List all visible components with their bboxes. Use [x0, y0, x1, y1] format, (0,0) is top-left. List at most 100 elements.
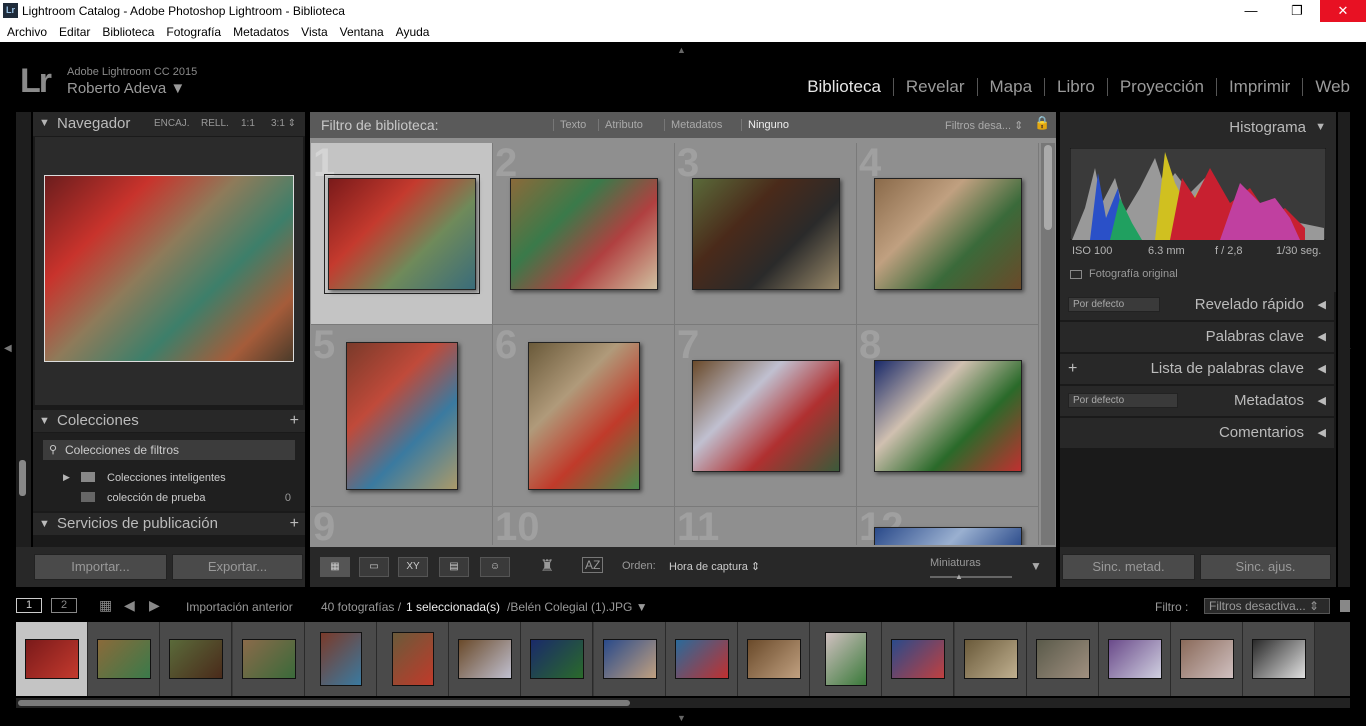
zoom-1-1[interactable]: 1:1 — [241, 118, 255, 129]
filmstrip-cell[interactable] — [304, 622, 377, 696]
filter-tab-text[interactable]: Texto — [553, 119, 586, 131]
menu-ventana[interactable]: Ventana — [340, 25, 384, 39]
module-web[interactable]: Web — [1302, 78, 1350, 96]
left-panel-scrollbar[interactable] — [19, 460, 26, 496]
keyword-list-header[interactable]: + Lista de palabras clave ◀ — [1060, 354, 1334, 384]
menu-fotografia[interactable]: Fotografía — [166, 25, 221, 39]
collapse-triangle-icon[interactable]: ▼ — [1315, 121, 1326, 133]
photo-thumbnail[interactable] — [874, 178, 1022, 290]
filmstrip-thumbnail[interactable] — [1180, 639, 1235, 679]
close-button[interactable]: ✕ — [1320, 0, 1366, 22]
module-biblioteca[interactable]: Biblioteca — [795, 78, 893, 96]
grid-cell[interactable]: 1 — [311, 143, 493, 325]
publish-services-header[interactable]: ▼ Servicios de publicación + — [33, 513, 305, 535]
filmstrip-cell[interactable] — [1099, 622, 1171, 696]
collapse-left-arrow-icon[interactable]: ◀ — [4, 343, 12, 354]
quick-develop-header[interactable]: Por defecto Revelado rápido ◀ — [1060, 290, 1334, 320]
photo-thumbnail[interactable] — [324, 174, 480, 294]
navigator-preview-image[interactable] — [44, 175, 294, 362]
filter-tab-attribute[interactable]: Atributo — [598, 119, 643, 131]
photo-thumbnail[interactable] — [692, 360, 840, 472]
collections-search[interactable]: ⚲ Colecciones de filtros — [43, 440, 295, 460]
filmstrip-thumbnail[interactable] — [169, 639, 224, 679]
comments-header[interactable]: Comentarios ◀ — [1060, 418, 1334, 448]
lock-icon[interactable]: 🔒 — [1034, 115, 1050, 131]
filmstrip-cell[interactable] — [521, 622, 594, 696]
navigator-header[interactable]: ▼ Navegador ENCAJ. RELL. 1:1 3:1 ⇕ — [33, 112, 305, 136]
filmstrip-cell[interactable] — [954, 622, 1027, 696]
filmstrip-cell[interactable] — [88, 622, 161, 696]
module-imprimir[interactable]: Imprimir — [1215, 78, 1302, 96]
filmstrip-thumbnail[interactable] — [530, 639, 585, 679]
collection-item[interactable]: Colecciones inteligentes — [107, 472, 226, 484]
filmstrip-cell[interactable] — [665, 622, 738, 696]
filmstrip-thumbnail[interactable] — [1035, 639, 1090, 679]
selected-file-name[interactable]: /Belén Colegial (1).JPG ▼ — [507, 600, 648, 614]
module-mapa[interactable]: Mapa — [976, 78, 1045, 96]
photo-thumbnail[interactable] — [510, 178, 658, 290]
grid-cell[interactable]: 7 — [675, 323, 857, 507]
filmstrip-cell[interactable] — [882, 622, 955, 696]
filmstrip-thumbnail[interactable] — [319, 632, 362, 686]
spray-can-icon[interactable]: ♜ — [540, 556, 554, 576]
export-button[interactable]: Exportar... — [172, 554, 303, 580]
collections-header[interactable]: ▼ Colecciones + — [33, 410, 305, 432]
people-view-icon[interactable]: ☺ — [480, 557, 510, 577]
filmstrip-cell[interactable] — [160, 622, 233, 696]
collapse-top-arrow-icon[interactable]: ▲ — [677, 45, 686, 55]
filmstrip-cell[interactable] — [1243, 622, 1316, 696]
filter-toggle-icon[interactable] — [1340, 600, 1350, 612]
zoom-3-1[interactable]: 3:1 ⇕ — [271, 118, 296, 129]
zoom-fill[interactable]: RELL. — [201, 118, 229, 129]
filmstrip-cell[interactable] — [738, 622, 810, 696]
grid-icon[interactable]: ▦ — [99, 597, 112, 614]
sort-dropdown[interactable]: Hora de captura ⇕ — [669, 560, 760, 573]
filmstrip-thumbnail[interactable] — [602, 639, 657, 679]
filmstrip-source[interactable]: Importación anterior — [186, 600, 293, 614]
expand-triangle-icon[interactable]: ▶ — [63, 472, 70, 483]
add-publish-service-icon[interactable]: + — [290, 513, 299, 535]
filmstrip-thumbnail[interactable] — [392, 632, 434, 686]
grid-cell[interactable]: 8 — [857, 323, 1039, 507]
filmstrip-cell[interactable] — [232, 622, 305, 696]
import-button[interactable]: Importar... — [34, 554, 167, 580]
metadata-header[interactable]: Por defecto Metadatos ◀ — [1060, 386, 1334, 416]
filter-tab-none[interactable]: Ninguno — [741, 119, 789, 131]
filmstrip-thumbnail[interactable] — [1252, 639, 1307, 679]
grid-cell[interactable]: 12 — [857, 505, 1039, 545]
sort-direction-icon[interactable]: AZ — [582, 557, 604, 573]
filmstrip-filter-dropdown[interactable]: Filtros desactiva... ⇕ — [1204, 598, 1330, 614]
filmstrip-thumbnail[interactable] — [458, 639, 513, 679]
filmstrip-thumbnail[interactable] — [891, 639, 946, 679]
filmstrip-cell[interactable] — [16, 622, 88, 696]
collection-item[interactable]: colección de prueba — [107, 492, 205, 504]
menu-ayuda[interactable]: Ayuda — [396, 25, 430, 39]
filmstrip-cell[interactable] — [1026, 622, 1099, 696]
filmstrip-thumbnail[interactable] — [963, 639, 1018, 679]
filmstrip-cell[interactable] — [593, 622, 666, 696]
filter-tab-metadata[interactable]: Metadatos — [664, 119, 722, 131]
menu-archivo[interactable]: Archivo — [7, 25, 47, 39]
filmstrip-thumbnail[interactable] — [1108, 639, 1162, 679]
filmstrip-scrollbar[interactable] — [18, 700, 630, 706]
add-collection-icon[interactable]: + — [290, 410, 299, 432]
sync-metadata-button[interactable]: Sinc. metad. — [1062, 554, 1195, 580]
filmstrip-thumbnail[interactable] — [25, 639, 79, 679]
sync-settings-button[interactable]: Sinc. ajus. — [1200, 554, 1331, 580]
photo-thumbnail[interactable] — [874, 360, 1022, 472]
quick-develop-preset-dropdown[interactable]: Por defecto — [1068, 297, 1160, 312]
menu-metadatos[interactable]: Metadatos — [233, 25, 289, 39]
zoom-fit[interactable]: ENCAJ. — [154, 118, 190, 129]
filter-preset-dropdown[interactable]: Filtros desa... ⇕ — [945, 119, 1023, 132]
grid-view-icon[interactable]: ▦ — [320, 557, 350, 577]
grid-cell[interactable]: 5 — [311, 323, 493, 507]
photo-thumbnail[interactable] — [692, 178, 840, 290]
menu-editar[interactable]: Editar — [59, 25, 90, 39]
histogram-graph[interactable] — [1070, 148, 1326, 240]
photo-thumbnail[interactable] — [346, 342, 458, 490]
loupe-view-icon[interactable]: ▭ — [359, 557, 389, 577]
grid-cell[interactable]: 2 — [493, 143, 675, 325]
grid-scrollbar[interactable] — [1044, 145, 1052, 230]
original-photo-checkbox[interactable] — [1070, 270, 1082, 279]
collapse-bottom-arrow-icon[interactable]: ▼ — [677, 713, 686, 723]
